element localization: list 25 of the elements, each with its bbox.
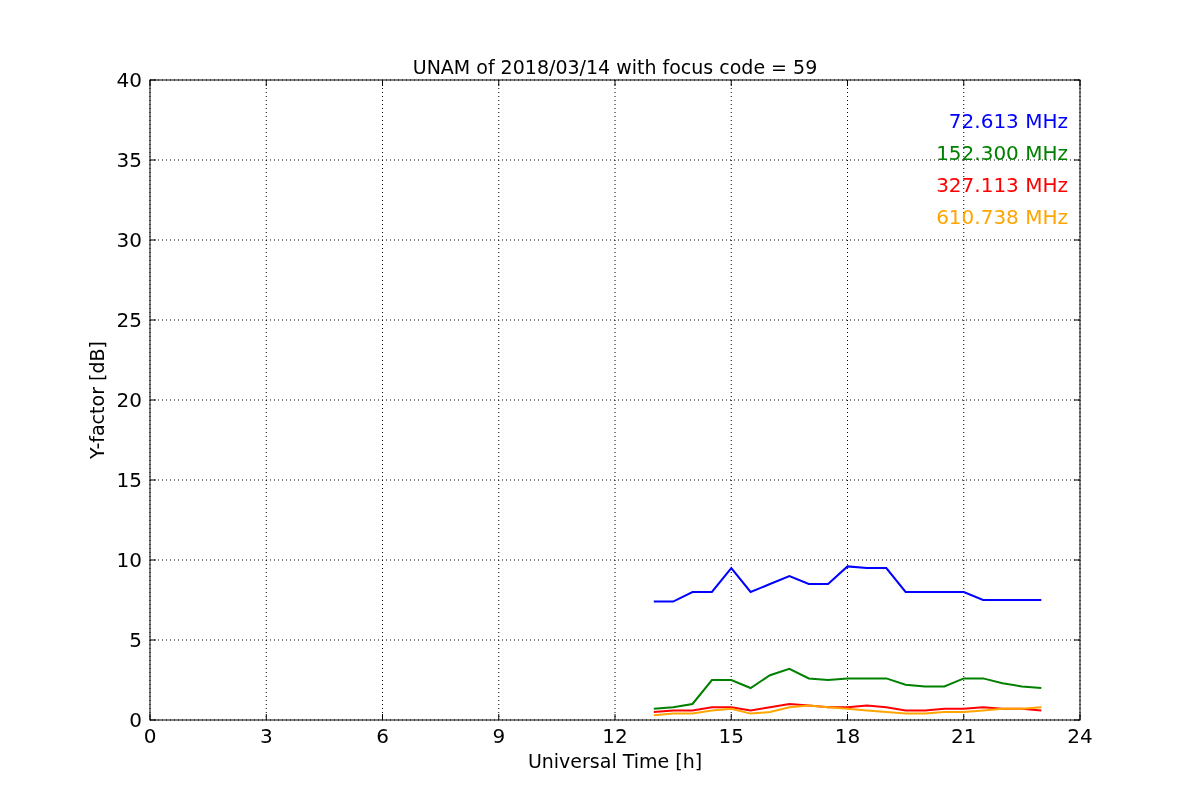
legend-label: 152.300 MHz — [936, 141, 1068, 165]
y-tick-label: 25 — [116, 308, 142, 332]
y-tick-label: 20 — [116, 388, 142, 412]
legend-label: 72.613 MHz — [948, 109, 1068, 133]
y-tick-label: 10 — [116, 548, 142, 572]
x-axis-label: Universal Time [h] — [527, 750, 703, 772]
x-tick-label: 15 — [718, 724, 744, 748]
x-tick-label: 3 — [259, 724, 273, 748]
x-tick-label: 9 — [492, 724, 506, 748]
y-tick-label: 40 — [116, 68, 142, 92]
x-tick-label: 6 — [376, 724, 389, 748]
y-tick-label: 35 — [116, 148, 142, 172]
x-tick-label: 24 — [1067, 724, 1093, 748]
x-tick-label: 18 — [834, 724, 861, 748]
legend-label: 327.113 MHz — [936, 173, 1068, 197]
y-axis-label: Y-factor [dB] — [86, 341, 108, 459]
x-tick-label: 12 — [602, 724, 628, 748]
y-tick-label: 5 — [129, 628, 142, 652]
x-tick-label: 0 — [143, 724, 157, 748]
x-tick-label: 21 — [951, 724, 977, 748]
y-tick-label: 0 — [129, 708, 142, 732]
y-tick-label: 30 — [116, 228, 142, 252]
y-tick-label: 15 — [116, 468, 142, 492]
legend-label: 610.738 MHz — [936, 205, 1068, 229]
chart-title: UNAM of 2018/03/14 with focus code = 59 — [412, 56, 818, 78]
